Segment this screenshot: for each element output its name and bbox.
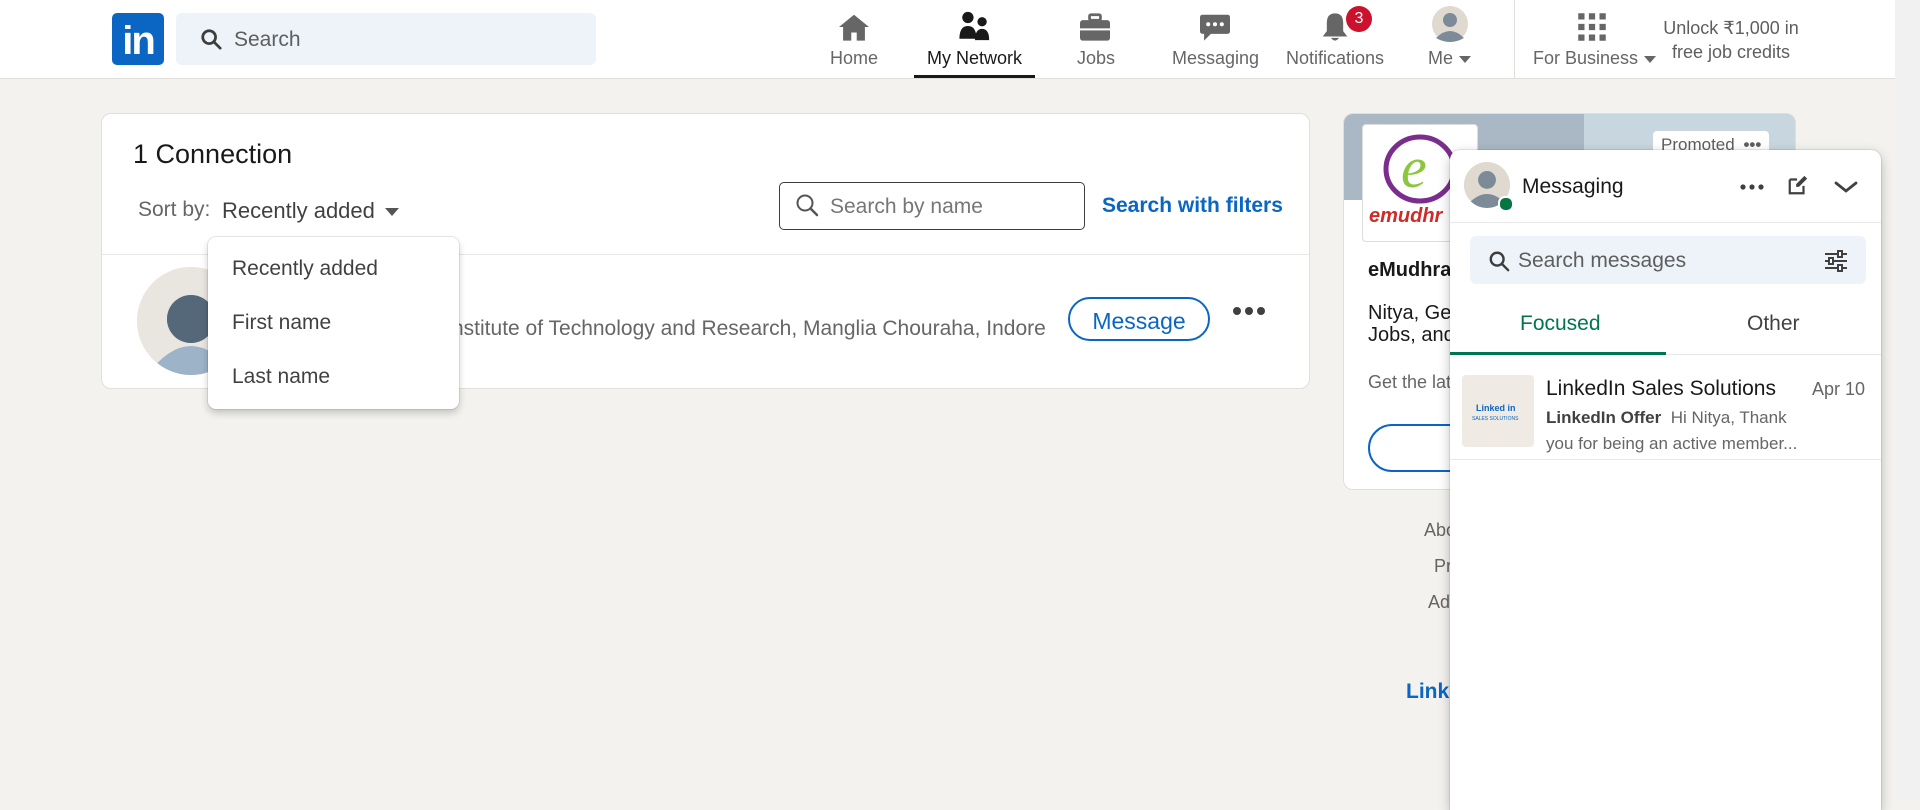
chevron-down-icon	[1644, 56, 1657, 63]
nav-item-notifications[interactable]: 3 Notifications	[1284, 6, 1386, 78]
nav-item-my-network[interactable]: My Network	[914, 8, 1035, 78]
search-by-name-input[interactable]: Search by name	[779, 182, 1085, 230]
my-network-icon	[958, 11, 989, 41]
connection-headline: nstitute of Technology and Research, Man…	[452, 317, 1046, 340]
chevron-down-icon[interactable]	[1834, 180, 1858, 194]
search-placeholder: Search	[234, 28, 301, 51]
nav-label-jobs: Jobs	[1077, 48, 1116, 68]
top-navigation-bar: in Search Home My Network Jobs Messaging…	[0, 0, 1895, 79]
linkedin-logo[interactable]: in	[112, 13, 164, 65]
nav-label-my-network: My Network	[926, 48, 1022, 68]
conversation-avatar: Linked in SALES SOLUTIONS	[1462, 375, 1534, 447]
linkedin-sales-logo-text: Linked in	[1476, 403, 1516, 413]
search-icon	[796, 194, 819, 217]
search-by-name-placeholder: Search by name	[830, 195, 983, 218]
page-scrollbar[interactable]	[1895, 0, 1920, 800]
home-icon	[839, 14, 869, 41]
messaging-title: Messaging	[1522, 175, 1624, 198]
tab-other[interactable]: Other	[1747, 312, 1800, 336]
filter-sliders-icon[interactable]	[1824, 250, 1848, 272]
compose-message-icon[interactable]	[1787, 174, 1809, 196]
unlock-job-credits-link[interactable]: Unlock ₹1,000 in free job credits	[1656, 16, 1806, 64]
sort-by-label: Sort by:	[138, 198, 211, 221]
unlock-line-2: free job credits	[1671, 42, 1791, 62]
ad-body-text: Nitya, Ge Jobs, and	[1368, 302, 1455, 346]
conversation-date: Apr 10	[1812, 379, 1866, 399]
sort-option-recently-added[interactable]: Recently added	[232, 257, 378, 281]
sort-option-first-name[interactable]: First name	[232, 311, 331, 335]
caret-down-icon[interactable]	[384, 206, 400, 218]
online-status-dot	[1498, 196, 1514, 212]
nav-item-home[interactable]: Home	[826, 8, 882, 78]
more-options-icon[interactable]	[1740, 183, 1764, 191]
conversation-list-item[interactable]: Linked in SALES SOLUTIONS LinkedIn Sales…	[1450, 355, 1881, 460]
jobs-briefcase-icon	[1080, 13, 1110, 41]
footer-link-advertising[interactable]: Ad	[1428, 592, 1450, 613]
nav-item-me[interactable]: Me	[1424, 6, 1476, 78]
nav-item-jobs[interactable]: Jobs	[1077, 8, 1116, 78]
profile-avatar-icon	[1432, 6, 1468, 42]
ad-text-line-1: Nitya, Ge	[1368, 302, 1452, 324]
sort-option-last-name[interactable]: Last name	[232, 365, 330, 389]
nav-label-for-business: For Business	[1533, 48, 1657, 69]
svg-text:e: e	[1401, 135, 1427, 200]
nav-label-me: Me	[1424, 48, 1476, 69]
more-options-icon[interactable]	[1232, 306, 1266, 316]
message-button[interactable]: Message	[1068, 297, 1210, 341]
messaging-bubble-icon	[1200, 14, 1230, 41]
conversation-name: LinkedIn Sales Solutions	[1546, 377, 1776, 400]
messaging-header[interactable]: Messaging	[1450, 150, 1881, 223]
chevron-down-icon	[1459, 56, 1472, 63]
unlock-line-1: Unlock ₹1,000 in	[1663, 18, 1799, 38]
nav-divider	[1514, 0, 1515, 78]
messaging-overlay: Messaging Search messages Focused Other …	[1450, 150, 1881, 810]
ad-text-line-2: Jobs, and	[1368, 324, 1455, 346]
nav-item-for-business[interactable]: For Business	[1533, 8, 1657, 78]
ad-subtext: Get the lat	[1368, 372, 1452, 392]
global-search-input[interactable]: Search	[176, 13, 596, 65]
sort-by-select[interactable]: Recently added	[222, 198, 375, 224]
tab-focused[interactable]: Focused	[1520, 312, 1601, 336]
linkedin-sales-logo-sub: SALES SOLUTIONS	[1472, 416, 1519, 422]
apps-grid-icon	[1578, 13, 1606, 41]
nav-label-messaging: Messaging	[1172, 48, 1260, 68]
search-icon	[201, 29, 222, 50]
search-with-filters-link[interactable]: Search with filters	[1102, 194, 1283, 218]
conversation-sender: LinkedIn Offer	[1546, 408, 1662, 427]
nav-label-home: Home	[829, 48, 878, 68]
conversation-preview: LinkedIn Offer Hi Nitya, Thank you for b…	[1546, 405, 1802, 457]
emudhra-brand-text: emudhr	[1369, 205, 1443, 227]
nav-label-notifications: Notifications	[1285, 48, 1385, 68]
ad-company-name[interactable]: eMudhra	[1368, 259, 1451, 282]
sort-dropdown-menu: Recently added First name Last name	[208, 237, 459, 409]
notification-count-badge: 3	[1346, 6, 1372, 32]
search-icon	[1489, 251, 1510, 272]
search-messages-placeholder: Search messages	[1518, 249, 1687, 272]
connections-count-title: 1 Connection	[133, 139, 293, 169]
search-messages-input[interactable]: Search messages	[1470, 236, 1866, 284]
nav-item-messaging[interactable]: Messaging	[1172, 8, 1260, 78]
